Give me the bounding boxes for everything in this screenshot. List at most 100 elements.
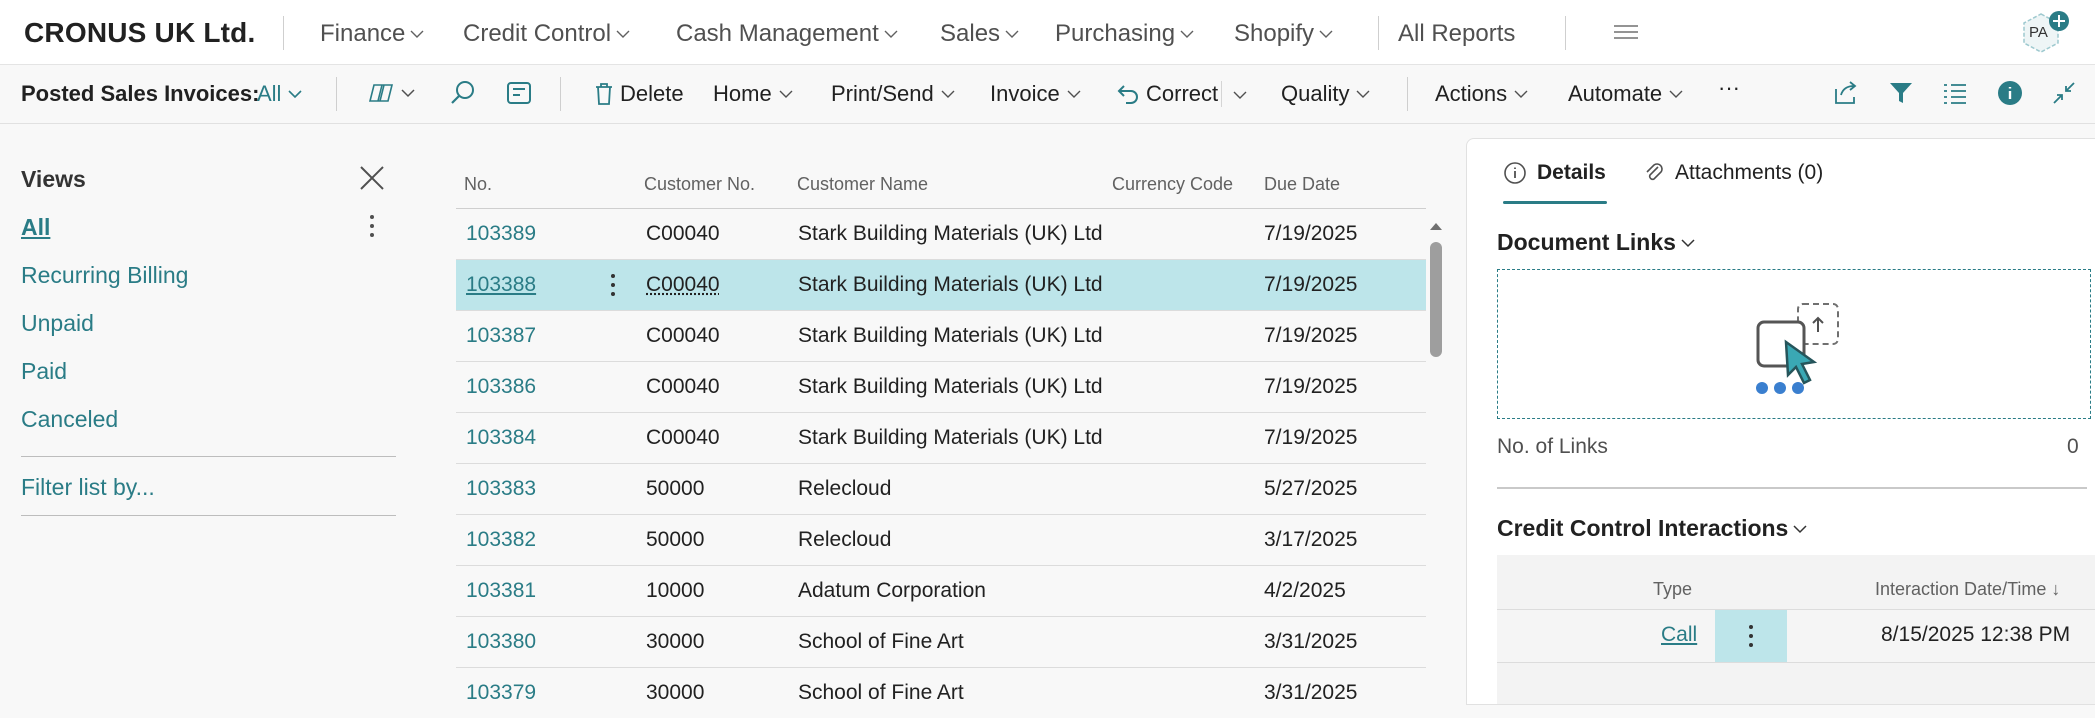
customer-no[interactable]: C00040 — [646, 273, 720, 297]
nav-finance[interactable]: Finance — [320, 20, 425, 48]
info-icon[interactable] — [1996, 79, 2024, 107]
more-options-label: ··· — [1718, 75, 1740, 101]
share-icon[interactable] — [1833, 79, 1859, 107]
column-header-interaction-date-time[interactable]: Interaction Date/Time ↓ — [1875, 579, 2060, 600]
chevron-down-icon — [1318, 26, 1334, 42]
quality-menu[interactable]: Quality — [1281, 81, 1371, 107]
filter-list-link[interactable]: Filter list by... — [21, 474, 155, 501]
row-actions-icon[interactable] — [606, 272, 620, 298]
column-header-due-date[interactable]: Due Date — [1264, 174, 1340, 195]
table-row-selected[interactable]: 103388 C00040 Stark Building Materials (… — [456, 260, 1426, 311]
view-filter-dropdown[interactable]: All — [257, 81, 303, 107]
invoice-no[interactable]: 103380 — [466, 630, 536, 654]
delete-label: Delete — [620, 81, 684, 107]
column-header-customer-name[interactable]: Customer Name — [797, 174, 928, 195]
company-name[interactable]: CRONUS UK Ltd. — [24, 17, 255, 49]
scrollbar-thumb[interactable] — [1430, 242, 1442, 357]
nav-sales-label: Sales — [940, 20, 1000, 48]
invoice-no[interactable]: 103381 — [466, 579, 536, 603]
document-links-header[interactable]: Document Links — [1497, 229, 1696, 256]
interaction-type-link[interactable]: Call — [1661, 623, 1697, 647]
customer-name: Stark Building Materials (UK) Ltd — [798, 426, 1103, 450]
chevron-down-icon — [615, 26, 631, 42]
view-recurring-billing[interactable]: Recurring Billing — [21, 262, 188, 289]
hamburger-menu-icon[interactable] — [1614, 24, 1638, 40]
chevron-down-icon — [1680, 235, 1696, 251]
search-icon[interactable] — [450, 79, 476, 107]
invoice-menu[interactable]: Invoice — [990, 81, 1082, 107]
invoice-no[interactable]: 103383 — [466, 477, 536, 501]
tab-details[interactable]: Details — [1503, 161, 1606, 185]
invoice-no[interactable]: 103388 — [466, 273, 536, 297]
correct-button[interactable]: Correct — [1116, 81, 1218, 107]
invoice-no[interactable]: 103386 — [466, 375, 536, 399]
home-menu[interactable]: Home — [713, 81, 794, 107]
print-send-menu[interactable]: Print/Send — [831, 81, 956, 107]
avatar-initials: PA — [2029, 24, 2048, 41]
nav-purchasing-label: Purchasing — [1055, 20, 1175, 48]
nav-all-reports[interactable]: All Reports — [1398, 20, 1515, 48]
table-row[interactable]: 103380 30000 School of Fine Art 3/31/202… — [456, 617, 1426, 668]
due-date: 3/17/2025 — [1264, 528, 1357, 552]
invoice-list: No. Customer No. Customer Name Currency … — [456, 124, 1426, 703]
customer-name: School of Fine Art — [798, 681, 964, 705]
home-label: Home — [713, 81, 772, 107]
table-row[interactable]: 103381 10000 Adatum Corporation 4/2/2025 — [456, 566, 1426, 617]
table-row[interactable]: Call 8/15/2025 12:38 PM — [1497, 609, 2095, 663]
column-header-no[interactable]: No. — [464, 174, 492, 195]
view-paid[interactable]: Paid — [21, 358, 67, 385]
more-options-button[interactable]: ··· — [1718, 75, 1740, 101]
copilot-icon[interactable] — [368, 79, 416, 107]
add-icon[interactable] — [2048, 10, 2070, 32]
due-date: 7/19/2025 — [1264, 222, 1357, 246]
automate-menu[interactable]: Automate — [1568, 81, 1684, 107]
tab-attachments[interactable]: Attachments (0) — [1643, 161, 1823, 185]
customer-no: C00040 — [646, 426, 720, 450]
credit-control-interactions-header[interactable]: Credit Control Interactions — [1497, 515, 1808, 542]
number-of-links-value[interactable]: 0 — [2067, 435, 2079, 459]
invoice-no[interactable]: 103382 — [466, 528, 536, 552]
table-row[interactable]: 103382 50000 Relecloud 3/17/2025 — [456, 515, 1426, 566]
invoice-no[interactable]: 103387 — [466, 324, 536, 348]
customer-name: Relecloud — [798, 477, 891, 501]
nav-shopify-label: Shopify — [1234, 20, 1314, 48]
collapse-icon[interactable] — [2050, 79, 2078, 107]
correct-dropdown-icon[interactable] — [1232, 87, 1248, 103]
nav-shopify[interactable]: Shopify — [1234, 20, 1334, 48]
table-row[interactable]: 103387 C00040 Stark Building Materials (… — [456, 311, 1426, 362]
customer-name: Stark Building Materials (UK) Ltd — [798, 324, 1103, 348]
table-row[interactable]: 103389 C00040 Stark Building Materials (… — [456, 209, 1426, 260]
view-canceled[interactable]: Canceled — [21, 406, 118, 433]
table-row[interactable]: 103386 C00040 Stark Building Materials (… — [456, 362, 1426, 413]
list-view-icon[interactable] — [1942, 79, 1968, 107]
nav-cash-management[interactable]: Cash Management — [676, 20, 899, 48]
delete-button[interactable]: Delete — [594, 81, 684, 107]
view-all[interactable]: All — [21, 214, 50, 241]
close-icon[interactable] — [358, 164, 386, 192]
invoice-no[interactable]: 103384 — [466, 426, 536, 450]
chevron-down-icon — [940, 86, 956, 102]
actions-menu[interactable]: Actions — [1435, 81, 1529, 107]
scroll-up-arrow-icon[interactable] — [1428, 220, 1444, 232]
table-row[interactable]: 103383 50000 Relecloud 5/27/2025 — [456, 464, 1426, 515]
nav-credit-control[interactable]: Credit Control — [463, 20, 631, 48]
view-unpaid[interactable]: Unpaid — [21, 310, 94, 337]
divider — [336, 77, 337, 111]
trash-icon — [594, 82, 614, 106]
column-header-currency-code[interactable]: Currency Code — [1112, 174, 1233, 195]
edit-list-icon[interactable] — [506, 79, 532, 107]
filter-icon[interactable] — [1888, 79, 1914, 107]
nav-sales[interactable]: Sales — [940, 20, 1020, 48]
more-vertical-icon[interactable] — [362, 212, 382, 240]
table-row[interactable]: 103379 30000 School of Fine Art 3/31/202… — [456, 668, 1426, 718]
due-date: 4/2/2025 — [1264, 579, 1346, 603]
invoice-no[interactable]: 103379 — [466, 681, 536, 705]
user-avatar[interactable]: PA — [2020, 12, 2062, 54]
column-header-type[interactable]: Type — [1653, 579, 1692, 600]
column-header-customer-no[interactable]: Customer No. — [644, 174, 755, 195]
document-links-dropzone[interactable] — [1497, 269, 2091, 419]
invoice-no[interactable]: 103389 — [466, 222, 536, 246]
nav-purchasing[interactable]: Purchasing — [1055, 20, 1195, 48]
table-row[interactable]: 103384 C00040 Stark Building Materials (… — [456, 413, 1426, 464]
row-actions-button[interactable] — [1715, 610, 1787, 662]
